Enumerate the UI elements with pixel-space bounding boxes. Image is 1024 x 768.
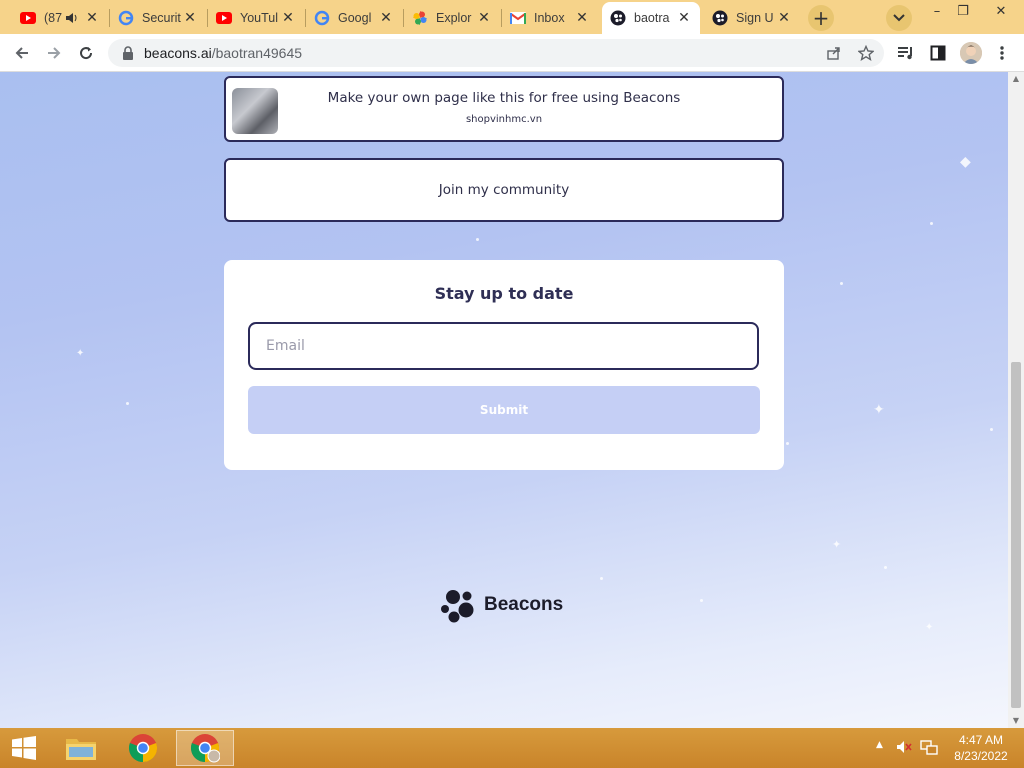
lock-icon[interactable]	[122, 46, 134, 60]
chrome-profile-icon	[190, 734, 220, 763]
promo-subtitle: shopvinhmc.vn	[465, 114, 543, 125]
gmail-icon	[510, 10, 526, 26]
tab-title: Inbox	[534, 11, 565, 25]
promo-title: Make your own page like this for free us…	[327, 90, 681, 106]
sparkle-decoration: ✦	[832, 538, 842, 551]
chrome-profile-taskbar-button[interactable]	[176, 730, 234, 766]
tab-title: Explor	[436, 11, 472, 25]
file-explorer-taskbar-button[interactable]	[52, 730, 110, 766]
windows-taskbar: ▲ 4:47 AM 8/23/2022	[0, 728, 1024, 768]
profile-avatar[interactable]	[960, 42, 982, 64]
media-control-button[interactable]	[894, 41, 918, 65]
chrome-taskbar-button[interactable]	[114, 730, 172, 766]
tab-google[interactable]: Googl ✕	[306, 2, 402, 34]
clock-time: 4:47 AM	[958, 733, 1004, 747]
sparkle-decoration: ◆	[960, 154, 971, 170]
scroll-down-arrow-icon[interactable]: ▼	[1008, 714, 1024, 728]
tab-baotran-active[interactable]: baotra ✕	[602, 2, 700, 34]
arrow-left-icon	[15, 47, 28, 59]
playlist-music-icon	[898, 47, 912, 60]
scrollbar-thumb[interactable]	[1011, 362, 1021, 708]
tab-title: YouTul	[240, 11, 278, 25]
beacons-logo-icon	[441, 590, 474, 623]
side-panel-button[interactable]	[926, 41, 950, 65]
tab-sign-up[interactable]: Sign U ✕	[704, 2, 800, 34]
close-tab-icon[interactable]: ✕	[182, 10, 198, 26]
tab-explore[interactable]: Explor ✕	[404, 2, 500, 34]
start-button[interactable]	[0, 730, 48, 766]
close-tab-icon[interactable]: ✕	[476, 10, 492, 26]
back-button[interactable]	[10, 41, 34, 65]
folder-icon	[66, 739, 96, 760]
bookmark-star-icon[interactable]	[856, 43, 876, 63]
close-tab-icon[interactable]: ✕	[676, 10, 692, 26]
subscribe-card: Stay up to date Submit	[224, 260, 784, 470]
new-tab-button[interactable]: +	[808, 5, 834, 31]
subscribe-title: Stay up to date	[434, 284, 574, 303]
email-field[interactable]	[248, 322, 759, 370]
arrow-right-icon	[48, 47, 61, 59]
community-link-label: Join my community	[438, 182, 570, 198]
tab-security[interactable]: Securit ✕	[110, 2, 206, 34]
beacons-icon	[712, 10, 728, 26]
sparkle-decoration: ✦	[925, 622, 934, 633]
windows-logo-icon	[12, 736, 36, 760]
sparkle-decoration: ✦	[76, 348, 85, 359]
tab-title: (87	[44, 11, 63, 25]
tab-title: baotra	[634, 11, 670, 25]
close-tab-icon[interactable]: ✕	[280, 10, 296, 26]
beacons-footer-logo[interactable]: Beacons	[440, 586, 563, 624]
url-text: beacons.ai/baotran49645	[144, 45, 303, 61]
chrome-icon	[128, 734, 158, 762]
submit-button[interactable]: Submit	[248, 386, 760, 434]
youtube-icon	[20, 10, 36, 26]
forward-button[interactable]	[42, 41, 66, 65]
promo-thumbnail	[232, 88, 278, 134]
sparkle-decoration: ✦	[873, 402, 885, 418]
tab-inbox[interactable]: Inbox ✕	[502, 2, 598, 34]
beacons-brand-name: Beacons	[484, 594, 564, 615]
volume-muted-icon[interactable]	[896, 740, 912, 757]
close-tab-icon[interactable]: ✕	[574, 10, 590, 26]
kebab-menu-icon	[1000, 46, 1004, 60]
tab-search-button[interactable]	[886, 5, 912, 31]
more-menu-button[interactable]	[990, 41, 1014, 65]
google-icon	[314, 10, 330, 26]
chevron-down-icon	[893, 14, 905, 22]
close-tab-icon[interactable]: ✕	[378, 10, 394, 26]
reload-icon	[80, 47, 93, 60]
side-panel-icon	[930, 45, 946, 61]
reload-button[interactable]	[74, 41, 98, 65]
close-tab-icon[interactable]: ✕	[84, 10, 100, 26]
restore-button[interactable]: ❐	[946, 0, 980, 22]
tab-title: Googl	[338, 11, 372, 25]
share-icon[interactable]	[824, 43, 844, 63]
tab-youtube-1[interactable]: (87 ✕	[12, 2, 108, 34]
youtube-icon	[216, 10, 232, 26]
google-photos-icon	[412, 10, 428, 26]
browser-toolbar: beacons.ai/baotran49645	[0, 34, 1024, 72]
community-link-card[interactable]: Join my community	[224, 158, 784, 222]
tray-expand-icon[interactable]: ▲	[876, 740, 883, 750]
system-clock[interactable]: 4:47 AM 8/23/2022	[948, 732, 1014, 764]
tab-strip: (87 ✕ Securit ✕ YouTul ✕ Googl ✕ Explor …	[0, 0, 1024, 34]
tab-youtube-2[interactable]: YouTul ✕	[208, 2, 304, 34]
close-tab-icon[interactable]: ✕	[776, 10, 792, 26]
clock-date: 8/23/2022	[954, 749, 1008, 763]
address-bar[interactable]: beacons.ai/baotran49645	[108, 39, 884, 67]
scroll-up-arrow-icon[interactable]: ▲	[1008, 72, 1024, 86]
beacons-icon	[610, 10, 626, 26]
page-viewport: ◆ ✦ ✦ ✦ ✦ Make your own page like this f…	[0, 72, 1008, 728]
speaker-icon[interactable]	[64, 10, 80, 26]
tab-title: Sign U	[736, 11, 774, 25]
promo-link-card[interactable]: Make your own page like this for free us…	[224, 76, 784, 142]
network-icon[interactable]	[920, 740, 938, 759]
page-scrollbar[interactable]: ▲ ▼	[1008, 72, 1024, 728]
tab-title: Securit	[142, 11, 181, 25]
close-window-button[interactable]: ✕	[984, 0, 1018, 22]
google-icon	[118, 10, 134, 26]
